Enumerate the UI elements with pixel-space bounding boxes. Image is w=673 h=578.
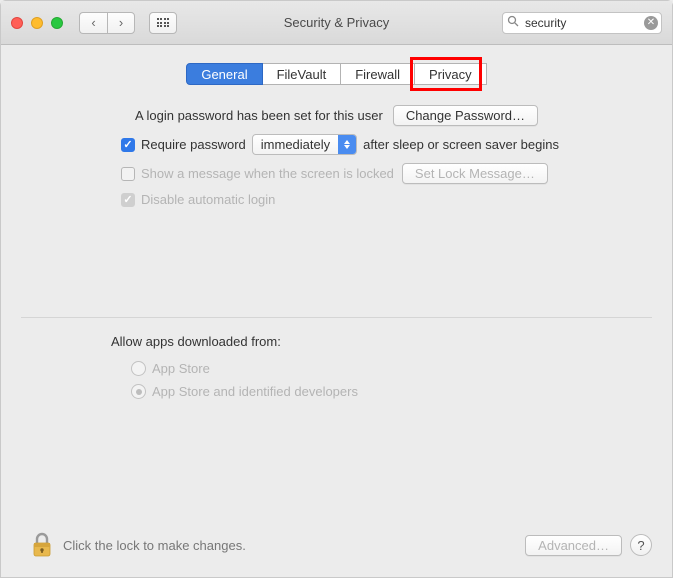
forward-button[interactable]: › (107, 12, 135, 34)
window-title: Security & Privacy (284, 15, 389, 30)
advanced-button[interactable]: Advanced… (525, 535, 622, 556)
search-input[interactable] (502, 12, 662, 34)
chevron-right-icon: › (119, 15, 123, 30)
lock-button[interactable] (29, 531, 55, 559)
content-pane: General FileVault Firewall Privacy A log… (1, 45, 672, 577)
back-button[interactable]: ‹ (79, 12, 107, 34)
allow-apps-title: Allow apps downloaded from: (21, 334, 652, 349)
zoom-window-button[interactable] (51, 17, 63, 29)
tab-general[interactable]: General (186, 63, 262, 85)
close-window-button[interactable] (11, 17, 23, 29)
select-value: immediately (261, 137, 330, 152)
login-password-row: A login password has been set for this u… (21, 105, 652, 126)
radio-identified-label: App Store and identified developers (152, 384, 358, 399)
show-message-checkbox (121, 167, 135, 181)
footer: Click the lock to make changes. Advanced… (21, 525, 652, 563)
traffic-lights (11, 17, 63, 29)
radio-row-identified: App Store and identified developers (21, 384, 652, 399)
search-icon (507, 15, 519, 30)
titlebar: ‹ › Security & Privacy ✕ (1, 1, 672, 45)
set-lock-message-button: Set Lock Message… (402, 163, 548, 184)
chevron-left-icon: ‹ (91, 15, 95, 30)
radio-app-store-label: App Store (152, 361, 210, 376)
chevron-updown-icon (338, 135, 356, 154)
help-button[interactable]: ? (630, 534, 652, 556)
nav-buttons: ‹ › (79, 12, 135, 34)
require-password-checkbox[interactable] (121, 138, 135, 152)
preferences-window: ‹ › Security & Privacy ✕ General FileVau… (0, 0, 673, 578)
tab-firewall[interactable]: Firewall (341, 63, 415, 85)
disable-auto-login-checkbox (121, 193, 135, 207)
require-password-row: Require password immediately after sleep… (21, 134, 652, 155)
radio-app-store (131, 361, 146, 376)
login-password-text: A login password has been set for this u… (135, 108, 383, 123)
search-wrap: ✕ (502, 12, 662, 34)
lock-text: Click the lock to make changes. (63, 538, 246, 553)
tab-privacy[interactable]: Privacy (415, 63, 487, 85)
lock-icon (29, 531, 55, 559)
help-icon: ? (637, 538, 644, 553)
radio-row-app-store: App Store (21, 361, 652, 376)
change-password-button[interactable]: Change Password… (393, 105, 538, 126)
divider (21, 317, 652, 318)
require-password-suffix: after sleep or screen saver begins (363, 137, 559, 152)
tab-filevault[interactable]: FileVault (263, 63, 342, 85)
clear-search-icon[interactable]: ✕ (644, 16, 658, 30)
tab-bar: General FileVault Firewall Privacy (21, 63, 652, 85)
show-message-row: Show a message when the screen is locked… (21, 163, 652, 184)
require-password-label: Require password (141, 137, 246, 152)
show-message-label: Show a message when the screen is locked (141, 166, 394, 181)
radio-identified-developers (131, 384, 146, 399)
grid-icon (157, 18, 170, 27)
require-password-delay-select[interactable]: immediately (252, 134, 357, 155)
minimize-window-button[interactable] (31, 17, 43, 29)
disable-auto-login-row: Disable automatic login (21, 192, 652, 207)
show-all-button[interactable] (149, 12, 177, 34)
disable-auto-login-label: Disable automatic login (141, 192, 275, 207)
